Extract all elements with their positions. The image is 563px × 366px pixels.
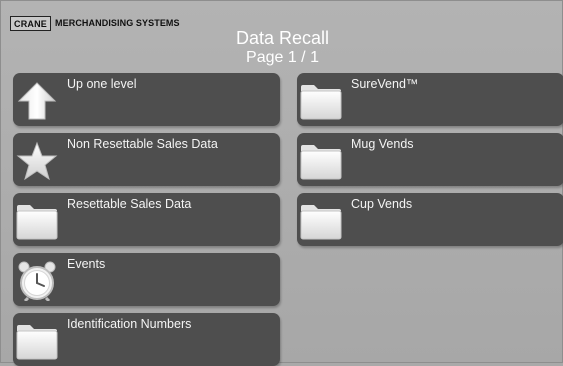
surevend-button[interactable]: SureVend™ <box>297 73 563 126</box>
brand-name: MERCHANDISING SYSTEMS <box>55 18 180 28</box>
tile-label: Mug Vends <box>351 137 414 151</box>
tile-label: Identification Numbers <box>67 317 192 331</box>
star-icon <box>15 141 59 181</box>
tile-label: Cup Vends <box>351 197 413 211</box>
up-arrow-icon <box>15 81 59 121</box>
folder-icon <box>15 201 59 241</box>
page-title: Data Recall <box>235 28 330 48</box>
data-recall-screen: CRANE MERCHANDISING SYSTEMS Data Recall … <box>0 0 563 366</box>
mug-vends-button[interactable]: Mug Vends <box>297 133 563 186</box>
tile-label: Up one level <box>67 77 137 91</box>
folder-icon <box>299 141 343 181</box>
tile-label: Non Resettable Sales Data <box>67 137 218 151</box>
tile-label: SureVend™ <box>351 77 419 91</box>
page-indicator: Page 1 / 1 <box>246 49 319 66</box>
folder-icon <box>299 81 343 121</box>
identification-numbers-button[interactable]: Identification Numbers <box>13 313 280 366</box>
folder-icon <box>15 321 59 361</box>
cup-vends-button[interactable]: Cup Vends <box>297 193 563 246</box>
resettable-sales-data-button[interactable]: Resettable Sales Data <box>13 193 280 246</box>
tile-label: Resettable Sales Data <box>67 197 192 211</box>
alarm-clock-icon <box>15 261 59 303</box>
non-resettable-sales-data-button[interactable]: Non Resettable Sales Data <box>13 133 280 186</box>
events-button[interactable]: Events <box>13 253 280 306</box>
tile-label: Events <box>67 257 106 271</box>
folder-icon <box>299 201 343 241</box>
up-one-level-button[interactable]: Up one level <box>13 73 280 126</box>
